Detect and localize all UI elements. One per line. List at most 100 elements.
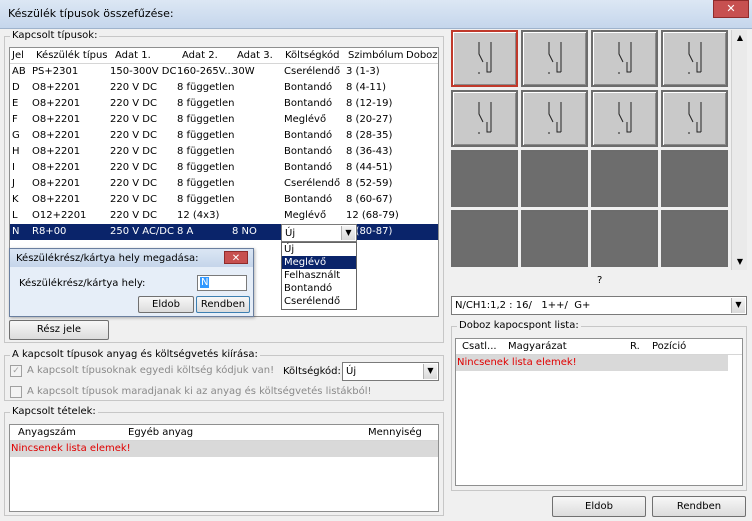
cost-dropdown-list[interactable]: Új Meglévő Felhasznált Bontandó Cserélendő bbox=[281, 242, 357, 310]
symbol-tile[interactable] bbox=[521, 210, 588, 267]
symbol-tile[interactable] bbox=[451, 90, 518, 147]
items-group-label: Kapcsolt tételek: bbox=[10, 406, 98, 417]
types-table-header: Jel Készülék típus Adat 1. Adat 2. Adat … bbox=[10, 48, 438, 64]
symbol-tile[interactable] bbox=[591, 30, 658, 87]
col-symbol[interactable]: Szimbólum bbox=[348, 50, 403, 61]
table-row[interactable]: H O8+2201 220 V DC 8 független Bontandó 8 (36… bbox=[10, 144, 438, 160]
cell-cost-code: Cserélendő bbox=[284, 178, 341, 189]
table-row[interactable]: N R8+00 250 V AC/DC 8 A8 NO 8 (80-87) bbox=[10, 224, 438, 240]
cell-data2: 160-265V... bbox=[177, 66, 234, 77]
chevron-down-icon[interactable]: ▼ bbox=[731, 298, 745, 313]
channel-combo-value: N/CH1:1,2 : 16/ 1++/ G+ bbox=[455, 300, 591, 311]
symbol-tile[interactable] bbox=[591, 90, 658, 147]
cost-option[interactable]: Meglévő bbox=[282, 256, 356, 269]
symbol-tile[interactable] bbox=[451, 150, 518, 207]
col-cost-code[interactable]: Költségkód bbox=[285, 50, 340, 61]
cell-cost-code: Cserélendő bbox=[284, 66, 341, 77]
cell-jel: D bbox=[12, 82, 20, 93]
cost-code-combo[interactable]: Új ▼ bbox=[342, 362, 439, 381]
box-group-label: Doboz kapocspont lista: bbox=[457, 320, 581, 331]
col-connection[interactable]: Csatl... bbox=[462, 341, 497, 352]
part-location-dialog-close[interactable]: ✕ bbox=[224, 251, 248, 264]
switch-contact-icon bbox=[618, 102, 632, 134]
table-row[interactable]: D O8+2201 220 V DC 8 független Bontandó 8 (4-… bbox=[10, 80, 438, 96]
symbol-tile[interactable] bbox=[451, 210, 518, 267]
table-row[interactable]: K O8+2201 220 V DC 8 független Bontandó 8 (60… bbox=[10, 192, 438, 208]
cost-option[interactable]: Felhasznált bbox=[282, 269, 356, 282]
cell-data2: 8 független bbox=[177, 178, 235, 189]
symbol-tile[interactable] bbox=[521, 30, 588, 87]
cell-jel: K bbox=[12, 194, 19, 205]
col-explanation[interactable]: Magyarázat bbox=[508, 341, 567, 352]
subdialog-discard-button[interactable]: Eldob bbox=[138, 296, 194, 313]
col-box[interactable]: Doboz bbox=[406, 50, 438, 61]
symbol-tile[interactable] bbox=[661, 210, 728, 267]
cost-option[interactable]: Új bbox=[282, 243, 356, 256]
part-location-dialog: Készülékrész/kártya hely megadása: ✕ Kés… bbox=[9, 248, 254, 317]
part-location-dialog-title: Készülékrész/kártya hely megadása: bbox=[16, 253, 199, 264]
symbol-tile[interactable] bbox=[591, 150, 658, 207]
unique-cost-checkbox[interactable]: ✓ bbox=[10, 365, 22, 377]
table-row[interactable]: J O8+2201 220 V DC 8 független Cserélendő 8 (… bbox=[10, 176, 438, 192]
table-row[interactable]: I O8+2201 220 V DC 8 független Bontandó 8 (44… bbox=[10, 160, 438, 176]
symbol-grid-scrollbar[interactable]: ▲ ▼ bbox=[731, 30, 747, 270]
subdialog-ok-button[interactable]: Rendben bbox=[196, 296, 250, 313]
symbol-tile[interactable] bbox=[521, 150, 588, 207]
cell-device-type: O8+2201 bbox=[32, 130, 81, 141]
col-material-number[interactable]: Anyagszám bbox=[18, 427, 76, 438]
col-r[interactable]: R. bbox=[630, 341, 640, 352]
symbol-tile[interactable] bbox=[661, 30, 728, 87]
discard-button[interactable]: Eldob bbox=[552, 496, 646, 517]
chevron-down-icon[interactable]: ▼ bbox=[341, 226, 355, 240]
col-position[interactable]: Pozíció bbox=[652, 341, 686, 352]
symbol-grid: ▲ ▼ bbox=[451, 30, 747, 270]
scroll-up-icon[interactable]: ▲ bbox=[732, 30, 748, 46]
col-device-type[interactable]: Készülék típus bbox=[36, 50, 108, 61]
row-cost-combo[interactable]: Új ▼ bbox=[281, 224, 357, 242]
chevron-down-icon[interactable]: ▼ bbox=[423, 364, 437, 379]
table-row[interactable]: F O8+2201 220 V DC 8 független Meglévő 8 (20-… bbox=[10, 112, 438, 128]
cost-option[interactable]: Bontandó bbox=[282, 282, 356, 295]
part-location-field-label: Készülékrész/kártya hely: bbox=[19, 278, 146, 289]
symbol-tile[interactable] bbox=[591, 210, 658, 267]
table-row[interactable]: AB PS+2301 150-300V DC 160-265V... 30W Cserél… bbox=[10, 64, 438, 80]
table-row[interactable]: G O8+2201 220 V DC 8 független Bontandó 8 (28… bbox=[10, 128, 438, 144]
box-table[interactable]: Csatl... Magyarázat R. Pozíció Nincsenek… bbox=[455, 338, 743, 486]
cell-data1: 220 V DC bbox=[110, 130, 157, 141]
cell-device-type: O8+2201 bbox=[32, 178, 81, 189]
table-row[interactable]: E O8+2201 220 V DC 8 független Bontandó 8 (12… bbox=[10, 96, 438, 112]
switch-contact-icon bbox=[548, 42, 562, 74]
material-group-label: A kapcsolt típusok anyag és költségvetés… bbox=[10, 349, 260, 360]
types-group-label: Kapcsolt típusok: bbox=[10, 30, 100, 41]
cell-cost-code: Meglévő bbox=[284, 210, 327, 221]
table-row[interactable]: L O12+2201 220 V DC 12 (4x3) Meglévő 12 (68-7… bbox=[10, 208, 438, 224]
symbol-tile[interactable] bbox=[661, 90, 728, 147]
channel-combo[interactable]: N/CH1:1,2 : 16/ 1++/ G+ ▼ bbox=[451, 296, 747, 315]
cell-data1: 220 V DC bbox=[110, 82, 157, 93]
col-data2[interactable]: Adat 2. bbox=[182, 50, 218, 61]
symbol-tile[interactable] bbox=[661, 150, 728, 207]
cost-code-label: Költségkód: bbox=[283, 366, 341, 377]
cell-data3: 30W bbox=[232, 66, 255, 77]
cost-option[interactable]: Cserélendő bbox=[282, 295, 356, 308]
cell-jel: AB bbox=[12, 66, 26, 77]
cost-code-combo-value: Új bbox=[346, 366, 357, 377]
symbol-tile[interactable] bbox=[451, 30, 518, 87]
part-label-button[interactable]: Rész jele bbox=[9, 320, 109, 340]
exclude-lists-checkbox[interactable] bbox=[10, 386, 22, 398]
cell-jel: J bbox=[12, 178, 15, 189]
part-location-input[interactable]: N bbox=[197, 275, 247, 291]
col-data3[interactable]: Adat 3. bbox=[237, 50, 273, 61]
items-table[interactable]: Anyagszám Egyéb anyag Mennyiség Nincsene… bbox=[9, 424, 439, 512]
cell-jel: N bbox=[12, 226, 20, 237]
symbol-tile[interactable] bbox=[521, 90, 588, 147]
scroll-down-icon[interactable]: ▼ bbox=[732, 254, 748, 270]
cell-cost-code: Bontandó bbox=[284, 162, 333, 173]
col-data1[interactable]: Adat 1. bbox=[115, 50, 151, 61]
cell-data2: 8 független bbox=[177, 114, 235, 125]
col-other-material[interactable]: Egyéb anyag bbox=[128, 427, 193, 438]
ok-button[interactable]: Rendben bbox=[652, 496, 746, 517]
col-quantity[interactable]: Mennyiség bbox=[368, 427, 422, 438]
col-jel[interactable]: Jel bbox=[12, 50, 24, 61]
close-button[interactable]: ✕ bbox=[713, 0, 749, 18]
